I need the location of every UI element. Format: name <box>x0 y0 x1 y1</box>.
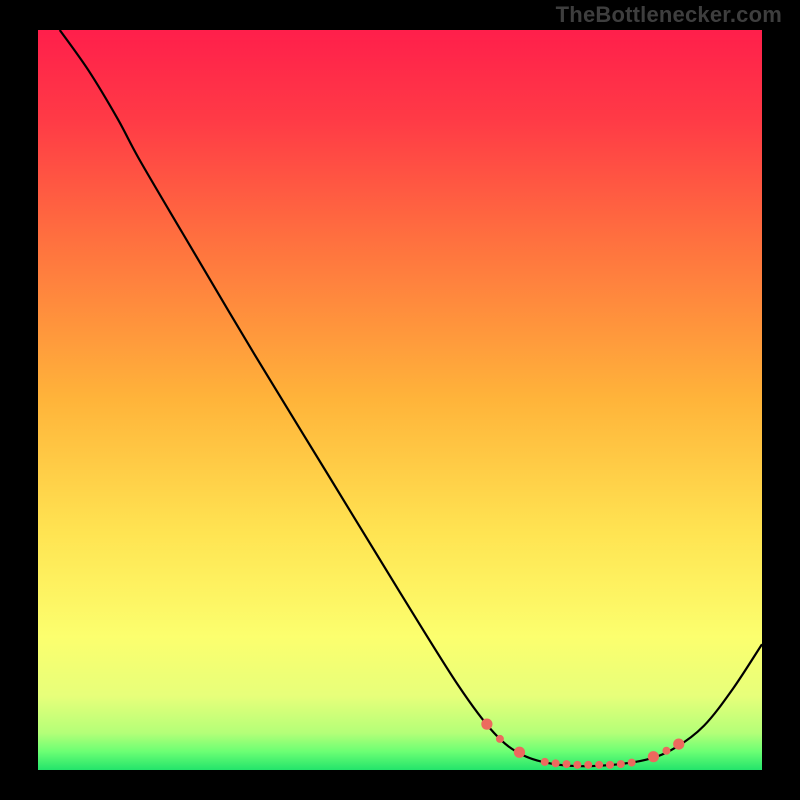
marker-dot <box>595 761 603 769</box>
marker-dot <box>628 759 636 767</box>
marker-dot <box>662 747 670 755</box>
marker-dot <box>552 759 560 767</box>
chart-container: TheBottlenecker.com <box>0 0 800 800</box>
marker-dot <box>481 719 492 730</box>
gradient-background <box>38 30 762 770</box>
watermark-text: TheBottlenecker.com <box>556 2 782 28</box>
marker-dot <box>648 751 659 762</box>
marker-dot <box>541 758 549 766</box>
plot-area <box>38 30 762 770</box>
chart-svg <box>38 30 762 770</box>
marker-dot <box>606 761 614 769</box>
marker-dot <box>496 735 504 743</box>
marker-dot <box>617 760 625 768</box>
marker-dot <box>563 760 571 768</box>
marker-dot <box>514 747 525 758</box>
marker-dot <box>584 761 592 769</box>
marker-dot <box>573 761 581 769</box>
marker-dot <box>673 739 684 750</box>
